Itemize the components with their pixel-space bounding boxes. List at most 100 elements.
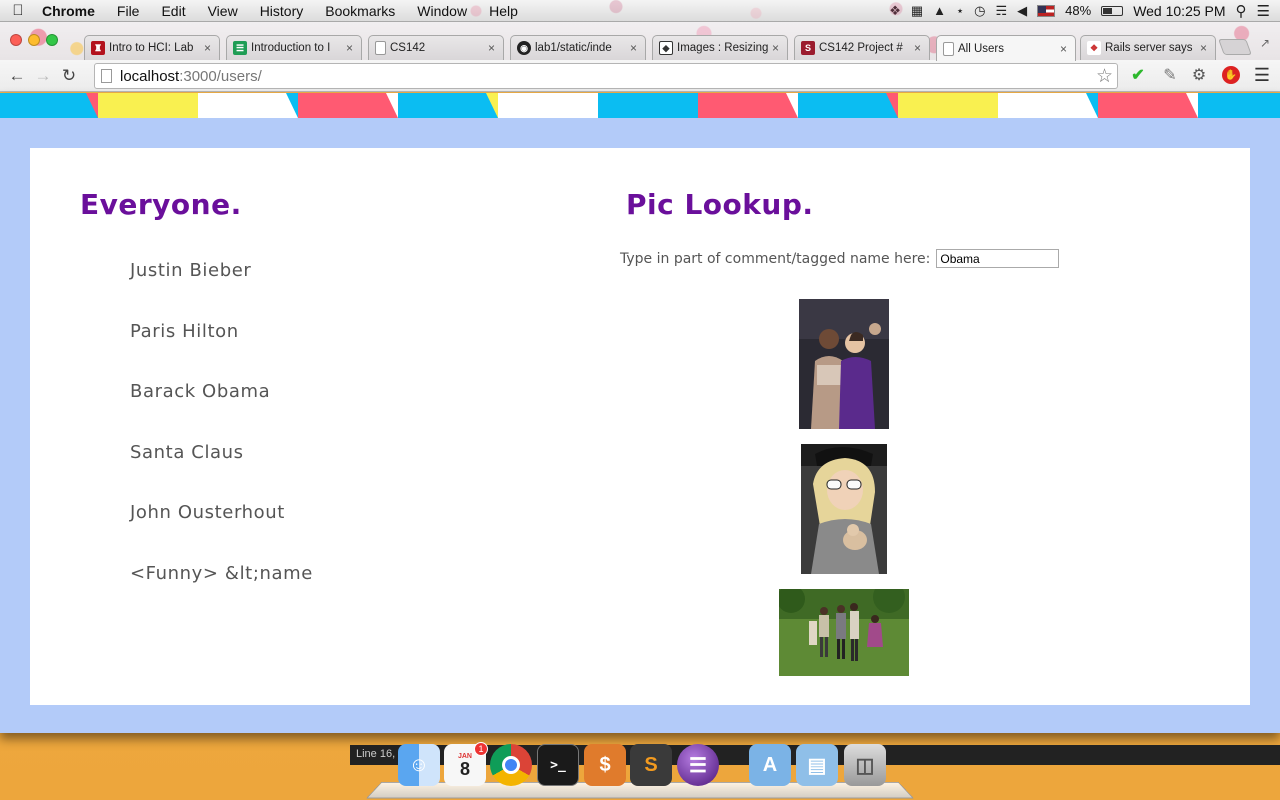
terminal-icon[interactable]: >_ [537,744,579,786]
volume-icon[interactable]: ◀ [1017,3,1027,19]
bunting-banner [0,93,1280,118]
forward-button[interactable]: → [30,63,56,89]
content-card: Everyone. Justin Bieber Paris Hilton Bar… [30,148,1250,705]
rails-icon: ❖ [1087,41,1101,55]
tab-label: All Users [958,42,1005,55]
page-viewport: Everyone. Justin Bieber Paris Hilton Bar… [0,93,1280,733]
close-tab-icon[interactable]: × [1060,42,1067,56]
tab-label: Rails server says [1105,42,1193,54]
menubar:  Chrome File Edit View History Bookmark… [0,0,1280,22]
photo-woman-with-dog-icon [801,444,887,574]
user-link-santa-claus[interactable]: Santa Claus [130,442,313,503]
chrome-icon[interactable] [490,744,532,786]
stanford-icon: S [801,41,815,55]
wifi-icon[interactable]: ☴ [996,3,1008,19]
user-link-barack-obama[interactable]: Barack Obama [130,381,313,442]
address-bar[interactable]: localhost:3000/users/ ☆ [94,63,1118,89]
fullscreen-icon[interactable]: ↗ [1260,36,1270,50]
menu-edit[interactable]: Edit [150,3,196,19]
sublime-text-icon[interactable]: S [630,744,672,786]
documents-folder-icon[interactable]: ▤ [796,744,838,786]
bookmark-star-icon[interactable]: ☆ [1096,65,1113,88]
checkmark-extension-icon[interactable]: ✔ [1127,64,1149,86]
notification-center-icon[interactable]: ☰ [1257,2,1270,20]
bunting-band [198,93,298,118]
result-photo-3[interactable] [779,589,909,676]
close-tab-icon[interactable]: × [346,41,353,55]
close-tab-icon[interactable]: × [488,41,495,55]
page-info-icon[interactable] [101,69,112,83]
adblock-extension-icon[interactable]: ✋ [1220,64,1242,86]
user-link-funny-name[interactable]: <Funny> &lt;name [130,563,313,624]
bunting-band [1198,93,1280,118]
shield-status-icon[interactable]: ▦ [911,3,923,19]
result-photo-1[interactable] [799,299,889,429]
tab-cs142[interactable]: CS142 × [368,35,504,60]
zoom-window-button[interactable] [46,34,58,46]
tag-icon: ◆ [659,41,673,55]
menu-file[interactable]: File [106,3,151,19]
puzzle-extension-icon[interactable]: ⚙ [1188,64,1210,86]
input-source-flag-icon[interactable] [1037,4,1056,17]
clock[interactable]: Wed 10:25 PM [1133,3,1225,19]
sheets-icon: ☰ [233,41,247,55]
time-machine-icon[interactable]: ◷ [974,3,985,19]
lookup-search-input[interactable] [936,249,1060,268]
everyone-heading: Everyone. [80,188,242,221]
tab-images-resizing[interactable]: ◆ Images : Resizing × [652,35,788,60]
calendar-badge: 1 [474,742,488,756]
user-link-john-ousterhout[interactable]: John Ousterhout [130,502,313,563]
spotlight-search-icon[interactable]: ⚲ [1236,2,1247,20]
tab-cs142-project[interactable]: S CS142 Project # × [794,35,930,60]
finder-icon[interactable]: ☺ [398,744,440,786]
battery-percent[interactable]: 48% [1065,3,1091,18]
bluetooth-icon[interactable]: ⋆ [956,3,964,19]
bunting-band [0,93,98,118]
menu-history[interactable]: History [249,3,315,19]
user-link-paris-hilton[interactable]: Paris Hilton [130,321,313,382]
dropbox-icon[interactable]: ❖ [889,3,901,19]
url-host: localhost [120,67,180,85]
close-tab-icon[interactable]: × [1200,41,1207,55]
minimize-window-button[interactable] [28,34,40,46]
tab-intro-to-hci[interactable]: ♜ Intro to HCI: Lab × [84,35,220,60]
battery-icon[interactable] [1101,5,1124,16]
bunting-band [398,93,498,118]
new-tab-button[interactable] [1218,39,1252,55]
money-app-icon[interactable]: $ [584,744,626,786]
app-menu[interactable]: Chrome [36,3,106,19]
tab-introduction-to[interactable]: ☰ Introduction to I × [226,35,362,60]
tab-label: lab1/static/inde [535,42,612,54]
applications-folder-icon[interactable]: A [749,744,791,786]
eclipse-icon[interactable]: ☰ [677,744,719,786]
close-tab-icon[interactable]: × [630,41,637,55]
back-button[interactable]: ← [4,63,30,89]
bunting-band [498,93,598,118]
dock: ☺ JAN 8 1 >_ $ S ☰ A ▤ ◫ [366,736,914,800]
tab-rails-server[interactable]: ❖ Rails server says × [1080,35,1216,60]
menu-window[interactable]: Window [406,3,478,19]
menu-view[interactable]: View [197,3,249,19]
user-link-justin-bieber[interactable]: Justin Bieber [130,260,313,321]
tab-all-users[interactable]: All Users × [936,35,1076,61]
close-window-button[interactable] [10,34,22,46]
chrome-menu-icon[interactable]: ☰ [1251,64,1273,86]
bunting-band [698,93,798,118]
reload-button[interactable]: ↻ [56,63,82,89]
url-path: :3000/users/ [179,67,262,85]
evernote-icon[interactable]: ▲ [933,3,946,18]
close-tab-icon[interactable]: × [204,41,211,55]
close-tab-icon[interactable]: × [772,41,779,55]
bunting-band [998,93,1098,118]
tab-lab1-static[interactable]: ◉ lab1/static/inde × [510,35,646,60]
page-icon [375,41,386,55]
eyedropper-extension-icon[interactable]: ✎ [1159,64,1181,86]
result-photo-2[interactable] [801,444,887,574]
menu-help[interactable]: Help [478,3,529,19]
tab-label: Images : Resizing [677,42,768,54]
bunting-band [898,93,998,118]
close-tab-icon[interactable]: × [914,41,921,55]
apple-menu-icon[interactable]:  [0,2,36,19]
menu-bookmarks[interactable]: Bookmarks [314,3,406,19]
trash-icon[interactable]: ◫ [844,744,886,786]
